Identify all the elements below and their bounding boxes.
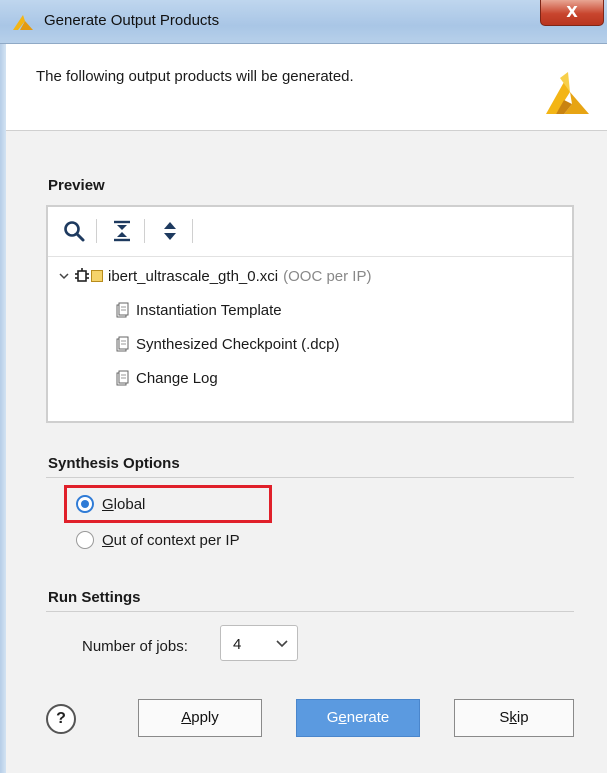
header-panel: The following output products will be ge… (6, 44, 607, 130)
mnemonic-letter: A (181, 709, 192, 726)
label-text: G (326, 709, 339, 726)
toolbar-separator (144, 219, 145, 243)
mnemonic-letter: O (102, 531, 114, 549)
dialog-body: Preview ibert_ultrascale_gth_0.xci (OOC … (6, 131, 607, 773)
label-text: ip (516, 709, 529, 726)
tree-root-row[interactable]: ibert_ultrascale_gth_0.xci (OOC per IP) (58, 265, 371, 287)
preview-toolbar (48, 207, 572, 257)
apply-button[interactable]: Apply (138, 699, 262, 737)
section-divider (46, 611, 574, 612)
radio-global[interactable]: Global (76, 495, 145, 513)
document-icon (116, 370, 129, 386)
radio-button[interactable] (76, 531, 94, 549)
run-settings-title: Run Settings (48, 589, 141, 606)
radio-button-selected[interactable] (76, 495, 94, 513)
preview-title: Preview (48, 177, 105, 194)
tree-item-label: Change Log (136, 369, 218, 387)
section-divider (46, 477, 574, 478)
vivado-logo-icon (546, 72, 589, 114)
chevron-down-icon[interactable] (58, 270, 70, 282)
window-title: Generate Output Products (44, 12, 220, 29)
label-text: pply (191, 709, 219, 726)
label-text: lobal (113, 495, 146, 513)
tree-root-label: ibert_ultrascale_gth_0.xci (108, 267, 279, 285)
tree-item-label: Synthesized Checkpoint (.dcp) (136, 335, 340, 353)
tree-root-suffix: (OOC per IP) (283, 267, 372, 285)
document-icon (116, 336, 129, 352)
xci-file-icon (91, 270, 103, 282)
toolbar-separator (96, 219, 97, 243)
search-icon[interactable] (62, 219, 86, 243)
expand-all-icon[interactable] (158, 219, 182, 243)
title-bar[interactable]: Generate Output Products X (0, 0, 607, 44)
label-text: nerate (346, 709, 390, 726)
tree-item[interactable]: Change Log (114, 367, 218, 389)
tree-item[interactable]: Instantiation Template (114, 299, 282, 321)
mnemonic-letter: e (338, 709, 347, 726)
toolbar-separator (192, 219, 193, 243)
preview-panel: ibert_ultrascale_gth_0.xci (OOC per IP) … (46, 205, 574, 423)
label-text: ut of context per IP (113, 531, 240, 549)
jobs-label: Number of jobs: (82, 638, 188, 655)
generate-button[interactable]: Generate (296, 699, 420, 737)
radio-out-of-context[interactable]: Out of context per IP (76, 531, 240, 549)
app-logo-icon (13, 15, 33, 30)
document-icon (116, 302, 129, 318)
radio-ooc-label: Out of context per IP (102, 532, 240, 549)
help-button[interactable]: ? (46, 704, 76, 734)
close-button[interactable]: X (540, 0, 604, 26)
jobs-value: 4 (233, 636, 242, 653)
radio-global-label: Global (102, 496, 145, 513)
skip-button[interactable]: Skip (454, 699, 574, 737)
chevron-down-icon (276, 640, 288, 648)
synthesis-options-title: Synthesis Options (48, 455, 180, 472)
mnemonic-letter: G (102, 495, 114, 513)
collapse-all-icon[interactable] (110, 219, 134, 243)
label-text: S (499, 709, 510, 726)
tree-item-label: Instantiation Template (136, 301, 282, 319)
mnemonic-letter: k (509, 709, 517, 726)
dialog-window: Generate Output Products X The following… (0, 0, 607, 773)
ip-core-icon (75, 268, 89, 282)
tree-item[interactable]: Synthesized Checkpoint (.dcp) (114, 333, 339, 355)
header-message: The following output products will be ge… (36, 68, 354, 85)
jobs-dropdown[interactable]: 4 (220, 625, 298, 661)
